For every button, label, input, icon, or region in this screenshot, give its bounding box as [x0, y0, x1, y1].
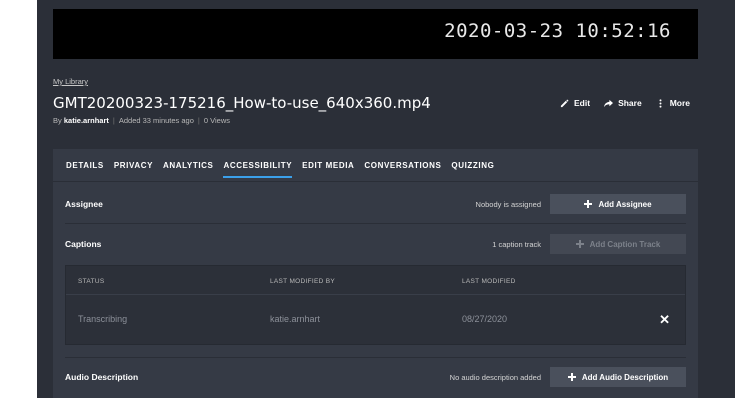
tab-details[interactable]: DETAILS	[66, 161, 104, 178]
meta-by: By	[53, 116, 62, 125]
add-audio-description-label: Add Audio Description	[581, 372, 669, 382]
breadcrumb-my-library[interactable]: My Library	[53, 77, 88, 86]
add-audio-description-button[interactable]: Add Audio Description	[550, 367, 686, 387]
cell-modified: 08/27/2020	[462, 314, 508, 324]
plus-icon	[584, 200, 593, 208]
edit-label: Edit	[574, 98, 591, 108]
pencil-icon	[560, 98, 569, 107]
table-header-divider	[66, 294, 685, 295]
assignee-label: Assignee	[65, 199, 103, 209]
media-actions: Edit Share More	[560, 98, 690, 108]
assignee-row: Assignee Nobody is assigned Add Assignee	[53, 182, 698, 222]
tab-conversations[interactable]: CONVERSATIONS	[364, 161, 441, 178]
tab-privacy[interactable]: PRIVACY	[114, 161, 153, 178]
captions-row: Captions 1 caption track Add Caption Tra…	[53, 224, 698, 264]
media-tabs-panel: DETAILS PRIVACY ANALYTICS ACCESSIBILITY …	[53, 149, 698, 398]
audio-description-status: No audio description added	[449, 373, 541, 382]
media-meta: By katie.arnhart | Added 33 minutes ago | 0 …	[53, 116, 230, 125]
captions-status: 1 caption track	[492, 240, 541, 249]
meta-views: 0 Views	[203, 116, 230, 125]
page-title: GMT20200323-175216_How-to-use_640x360.mp…	[53, 94, 431, 112]
more-vertical-icon	[659, 98, 662, 108]
captions-label: Captions	[65, 239, 102, 249]
cell-modified-by: katie.arnhart	[270, 314, 321, 324]
more-label: More	[669, 98, 690, 108]
plus-icon	[575, 240, 584, 248]
share-arrow-icon	[604, 99, 614, 107]
audio-description-row: Audio Description No audio description a…	[53, 358, 698, 398]
delete-caption-icon[interactable]: ✕	[659, 312, 670, 328]
column-header-status: STATUS	[78, 278, 105, 285]
add-assignee-button[interactable]: Add Assignee	[550, 194, 686, 214]
plus-icon	[567, 373, 576, 381]
audio-description-label: Audio Description	[65, 372, 139, 382]
share-button[interactable]: Share	[604, 98, 642, 108]
edit-button[interactable]: Edit	[560, 98, 590, 108]
column-header-modified-by: LAST MODIFIED BY	[270, 278, 335, 285]
assignee-status: Nobody is assigned	[475, 200, 541, 209]
share-label: Share	[618, 98, 642, 108]
add-caption-track-button[interactable]: Add Caption Track	[550, 234, 686, 254]
more-button[interactable]: More	[656, 98, 690, 108]
tab-accessibility[interactable]: ACCESSIBILITY	[223, 161, 293, 178]
video-preview[interactable]: 2020-03-23 10:52:16	[53, 9, 698, 59]
tab-analytics[interactable]: ANALYTICS	[163, 161, 213, 178]
cell-status: Transcribing	[78, 314, 128, 324]
meta-added: Added 33 minutes ago	[118, 116, 194, 125]
column-header-modified: LAST MODIFIED	[462, 278, 516, 285]
meta-author[interactable]: katie.arnhart	[64, 116, 109, 125]
add-caption-track-label: Add Caption Track	[589, 239, 661, 249]
tab-edit-media[interactable]: EDIT MEDIA	[302, 161, 354, 178]
tab-bar: DETAILS PRIVACY ANALYTICS ACCESSIBILITY …	[66, 161, 494, 178]
tab-quizzing[interactable]: QUIZZING	[451, 161, 494, 178]
add-assignee-label: Add Assignee	[598, 199, 652, 209]
video-timestamp: 2020-03-23 10:52:16	[444, 20, 671, 42]
captions-table: STATUS LAST MODIFIED BY LAST MODIFIED Tr…	[65, 265, 686, 345]
